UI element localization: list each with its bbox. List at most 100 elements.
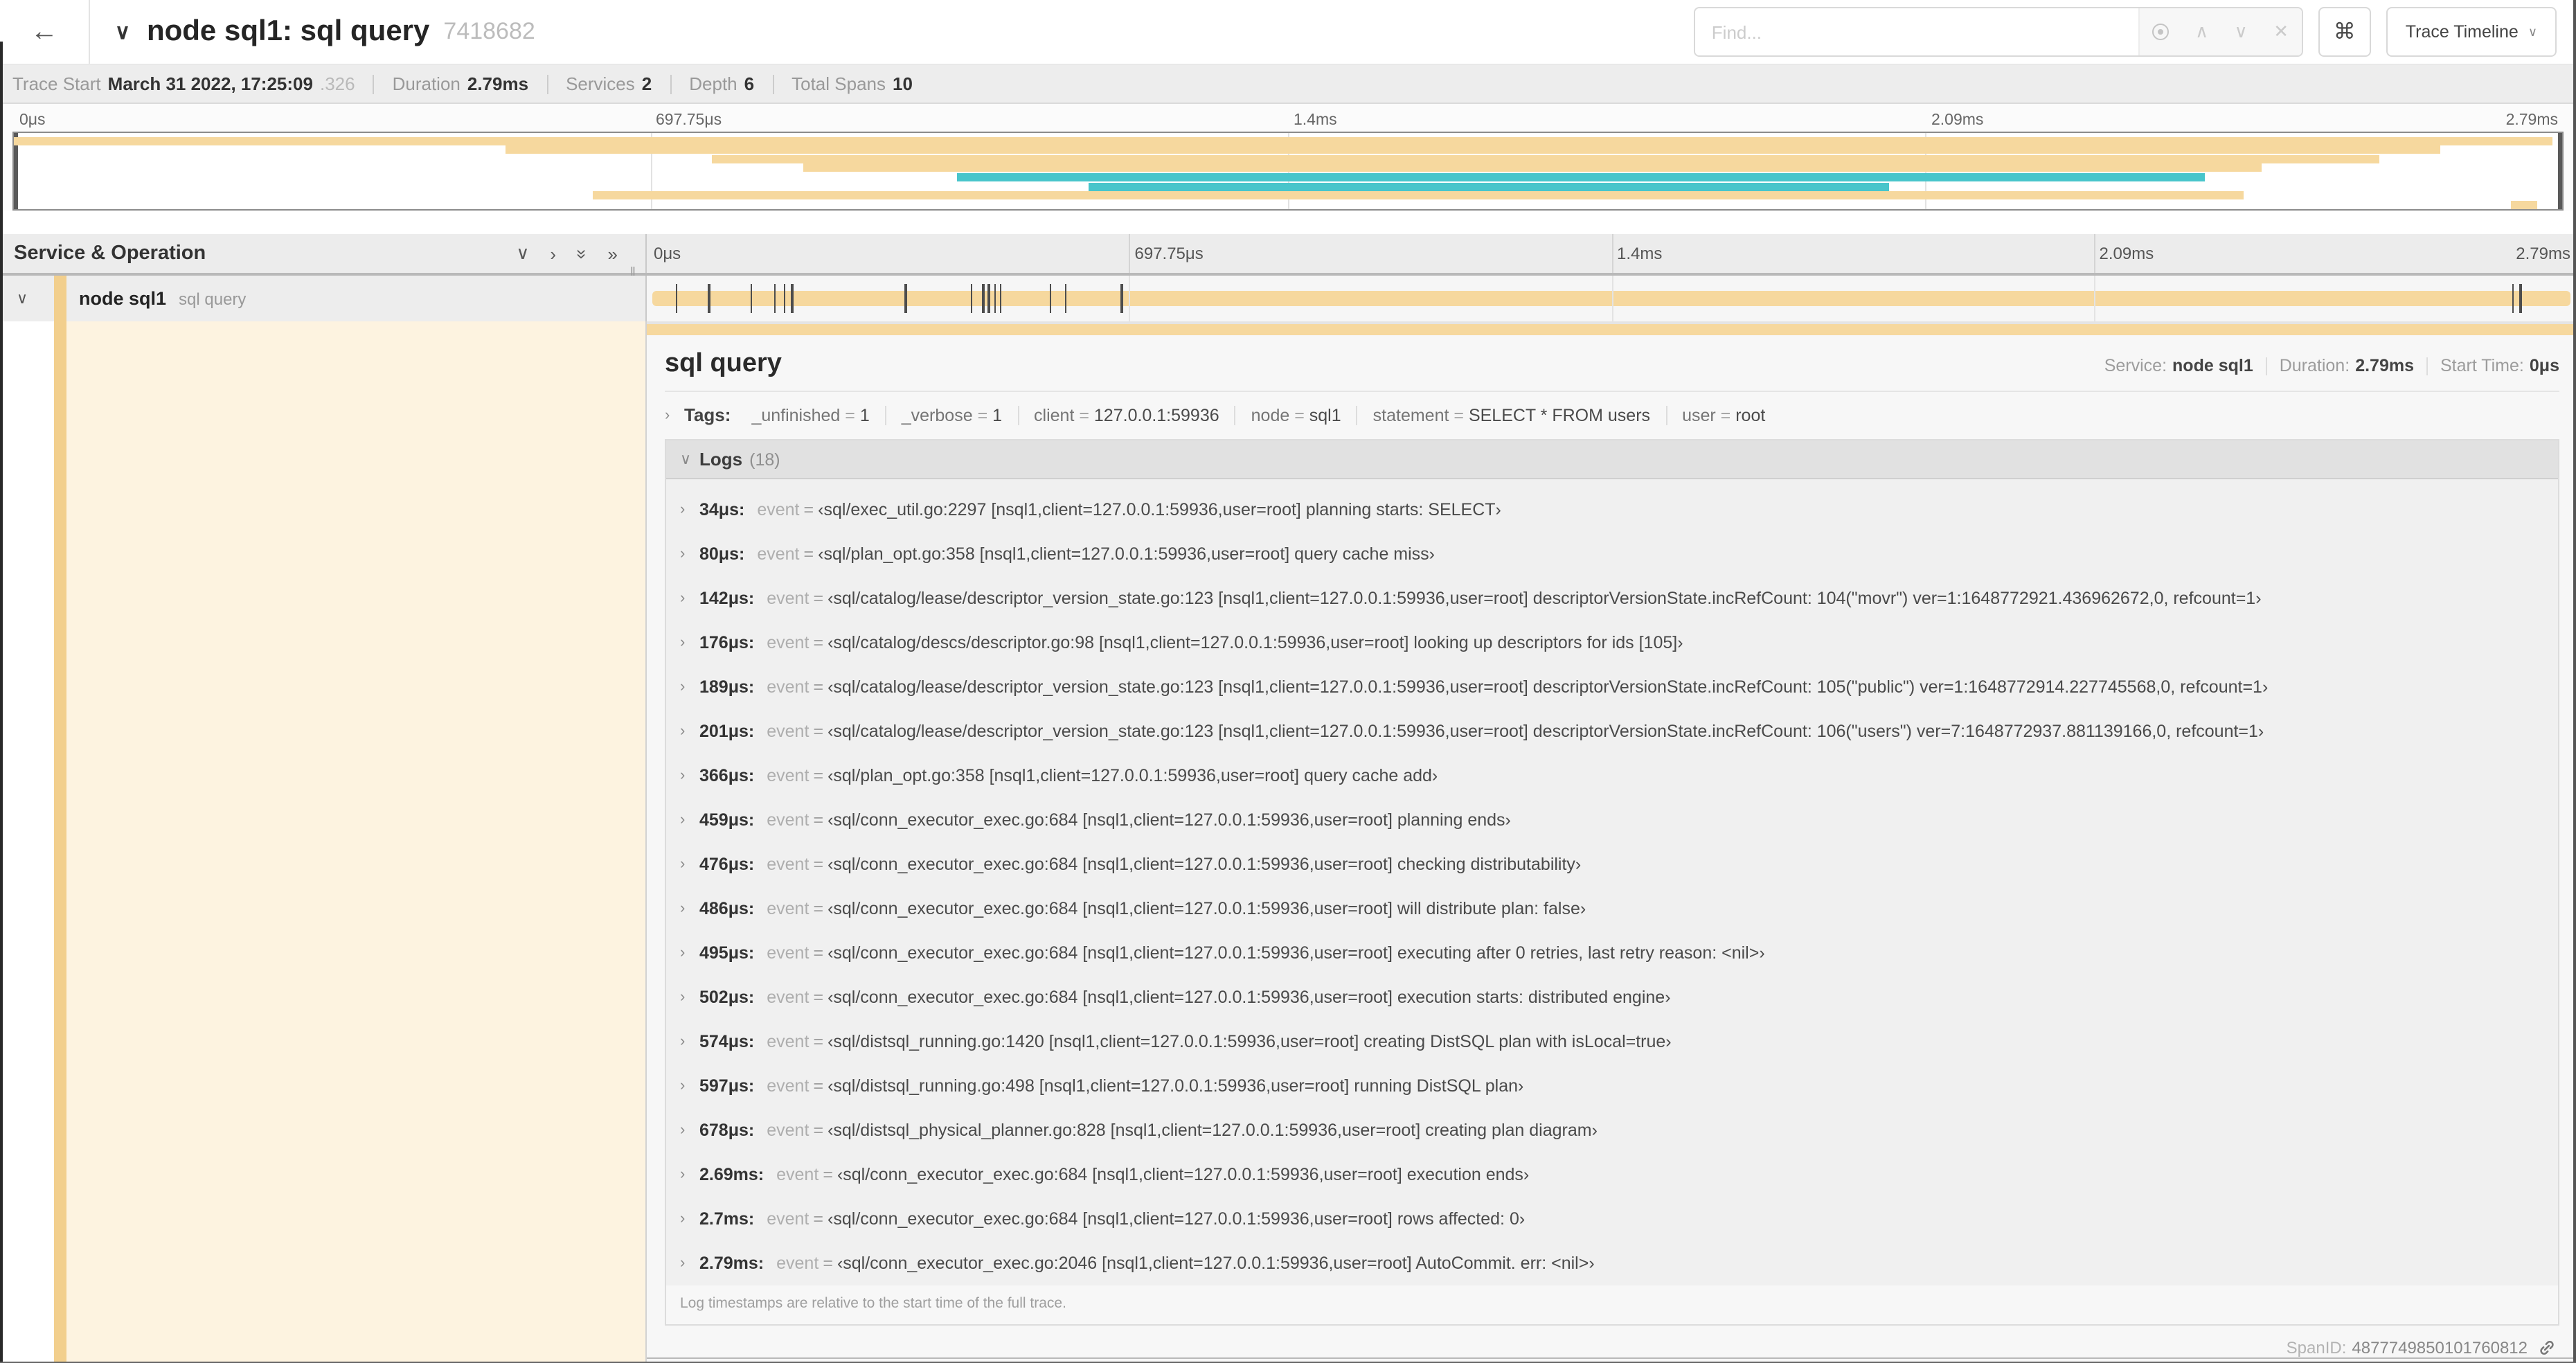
logs-collapse-chevron-icon[interactable]: ∨ [680, 450, 699, 468]
log-marker-tick [1065, 284, 1067, 313]
collapse-trace-chevron-icon[interactable]: ∨ [115, 19, 130, 44]
span-collapse-chevron-icon[interactable]: ∨ [17, 289, 42, 308]
meta-value-fraction: .326 [319, 73, 355, 94]
log-row[interactable]: › 142μs: event = ‹sql/catalog/lease/descript… [666, 576, 2558, 621]
span-stats: Service: node sql1 Duration: 2.79ms Star… [2104, 356, 2559, 375]
minimap-span-bar [506, 145, 2440, 154]
log-value: ‹sql/conn_executor_exec.go:684 [nsql1,cl… [828, 855, 1582, 874]
log-expand-chevron-icon[interactable]: › [680, 1078, 699, 1094]
log-row[interactable]: › 2.7ms: event = ‹sql/conn_executor_exec.go:… [666, 1197, 2558, 1241]
log-expand-chevron-icon[interactable]: › [680, 989, 699, 1006]
tags-expand-chevron-icon[interactable]: › [665, 407, 684, 423]
tag-item: client = 127.0.0.1:59936 [1019, 405, 1236, 425]
log-marker-tick [2519, 284, 2522, 313]
log-expand-chevron-icon[interactable]: › [680, 723, 699, 740]
log-timestamp: 2.79ms: [699, 1254, 764, 1273]
log-row[interactable]: › 678μs: event = ‹sql/distsql_physical_plann… [666, 1108, 2558, 1152]
clear-find-icon[interactable]: ✕ [2273, 21, 2289, 43]
log-expand-chevron-icon[interactable]: › [680, 1166, 699, 1183]
timeline-header: Service & Operation ∨ › » » ‖ 0μs 697.75μ… [0, 234, 2576, 281]
prev-match-icon[interactable]: ∧ [2195, 21, 2208, 43]
service-operation-title: Service & Operation [14, 242, 206, 265]
collapse-all-icon[interactable]: » [571, 249, 592, 258]
log-equals: = [813, 943, 824, 963]
minimap-canvas[interactable] [12, 132, 2564, 211]
log-equals: = [813, 766, 824, 785]
meta-label: Total Spans [791, 73, 886, 94]
log-expand-chevron-icon[interactable]: › [680, 900, 699, 917]
log-row[interactable]: › 176μs: event = ‹sql/catalog/descs/descript… [666, 621, 2558, 665]
log-row[interactable]: › 574μs: event = ‹sql/distsql_running.go:142… [666, 1019, 2558, 1064]
minimap-span-bar [956, 172, 2206, 181]
viewport-right-handle[interactable] [2558, 133, 2562, 209]
log-row[interactable]: › 366μs: event = ‹sql/plan_opt.go:358 [nsql1… [666, 754, 2558, 798]
logs-header[interactable]: ∨ Logs (18) [666, 440, 2558, 479]
expand-one-icon[interactable]: › [550, 243, 556, 264]
meta-value: 10 [893, 73, 913, 94]
meta-divider [670, 74, 672, 93]
minimap-time-labels: 0μs 697.75μs 1.4ms 2.09ms 2.79ms [12, 104, 2564, 132]
log-equals: = [813, 1209, 824, 1229]
log-row[interactable]: › 2.69ms: event = ‹sql/conn_executor_exec.go… [666, 1152, 2558, 1197]
log-row[interactable]: › 495μs: event = ‹sql/conn_executor_exec.go:… [666, 931, 2558, 975]
tag-item: _verbose = 1 [886, 405, 1019, 425]
ruler-tick-label: 2.79ms [2516, 244, 2570, 263]
log-row[interactable]: › 502μs: event = ‹sql/conn_executor_exec.go:… [666, 975, 2558, 1019]
expand-all-icon[interactable]: » [608, 243, 618, 264]
next-match-icon[interactable]: ∨ [2235, 21, 2248, 43]
log-expand-chevron-icon[interactable]: › [680, 679, 699, 695]
window-left-edge [0, 42, 3, 1363]
log-expand-chevron-icon[interactable]: › [680, 546, 699, 562]
log-row[interactable]: › 2.79ms: event = ‹sql/conn_executor_exec.go… [666, 1241, 2558, 1285]
log-expand-chevron-icon[interactable]: › [680, 1122, 699, 1139]
log-timestamp: 142μs: [699, 589, 755, 608]
log-row[interactable]: › 201μs: event = ‹sql/catalog/lease/descript… [666, 709, 2558, 754]
log-expand-chevron-icon[interactable]: › [680, 767, 699, 784]
log-expand-chevron-icon[interactable]: › [680, 1255, 699, 1272]
back-button[interactable]: ← [0, 0, 89, 64]
log-expand-chevron-icon[interactable]: › [680, 634, 699, 651]
log-expand-chevron-icon[interactable]: › [680, 590, 699, 607]
log-row[interactable]: › 459μs: event = ‹sql/conn_executor_exec.go:… [666, 798, 2558, 842]
log-field: event [767, 943, 810, 963]
span-title: sql query [665, 349, 782, 378]
log-expand-chevron-icon[interactable]: › [680, 945, 699, 961]
duration-label: Duration: [2279, 356, 2350, 375]
tags-row[interactable]: › Tags: _unfinished = 1 _verbose = 1 clien… [665, 404, 2559, 425]
span-bar-cell[interactable] [647, 276, 2576, 321]
log-row[interactable]: › 34μs: event = ‹sql/exec_util.go:2297 [nsql… [666, 488, 2558, 532]
log-expand-chevron-icon[interactable]: › [680, 1033, 699, 1050]
log-expand-chevron-icon[interactable]: › [680, 501, 699, 518]
log-expand-chevron-icon[interactable]: › [680, 1211, 699, 1227]
log-field: event [767, 855, 810, 874]
log-row[interactable]: › 80μs: event = ‹sql/plan_opt.go:358 [nsql1,… [666, 532, 2558, 576]
detail-panel: sql query Service: node sql1 Duration: 2… [647, 321, 2576, 1363]
log-equals: = [813, 677, 824, 697]
span-row-name-cell[interactable]: ∨ node sql1 sql query [0, 276, 647, 321]
log-marker-tick [773, 284, 776, 313]
log-expand-chevron-icon[interactable]: › [680, 812, 699, 828]
log-timestamp: 495μs: [699, 943, 755, 963]
tag-equals: = [1074, 405, 1094, 425]
deep-link-icon[interactable] [2537, 1338, 2557, 1357]
timeline-minimap: 0μs 697.75μs 1.4ms 2.09ms 2.79ms [0, 104, 2576, 234]
log-row[interactable]: › 189μs: event = ‹sql/catalog/lease/descript… [666, 665, 2558, 709]
log-expand-chevron-icon[interactable]: › [680, 856, 699, 873]
log-equals: = [803, 544, 814, 564]
log-marker-tick [904, 284, 907, 313]
log-marker-tick [994, 284, 996, 313]
view-selector-button[interactable]: Trace Timeline ∨ [2386, 7, 2557, 57]
meta-value: 6 [744, 73, 755, 94]
focus-match-icon[interactable] [2152, 24, 2170, 40]
keyboard-shortcuts-button[interactable]: ⌘ [2318, 7, 2371, 57]
trace-id: 7418682 [443, 18, 535, 44]
tag-value: root [1735, 405, 1766, 425]
log-field: event [767, 633, 810, 652]
logs-title: Logs [699, 449, 743, 470]
log-row[interactable]: › 476μs: event = ‹sql/conn_executor_exec.go:… [666, 842, 2558, 887]
detail-bottom-border [647, 1357, 2576, 1359]
log-row[interactable]: › 597μs: event = ‹sql/distsql_running.go:498… [666, 1064, 2558, 1108]
collapse-one-icon[interactable]: ∨ [516, 242, 529, 265]
log-row[interactable]: › 486μs: event = ‹sql/conn_executor_exec.go:… [666, 887, 2558, 931]
find-input[interactable] [1694, 8, 2138, 55]
